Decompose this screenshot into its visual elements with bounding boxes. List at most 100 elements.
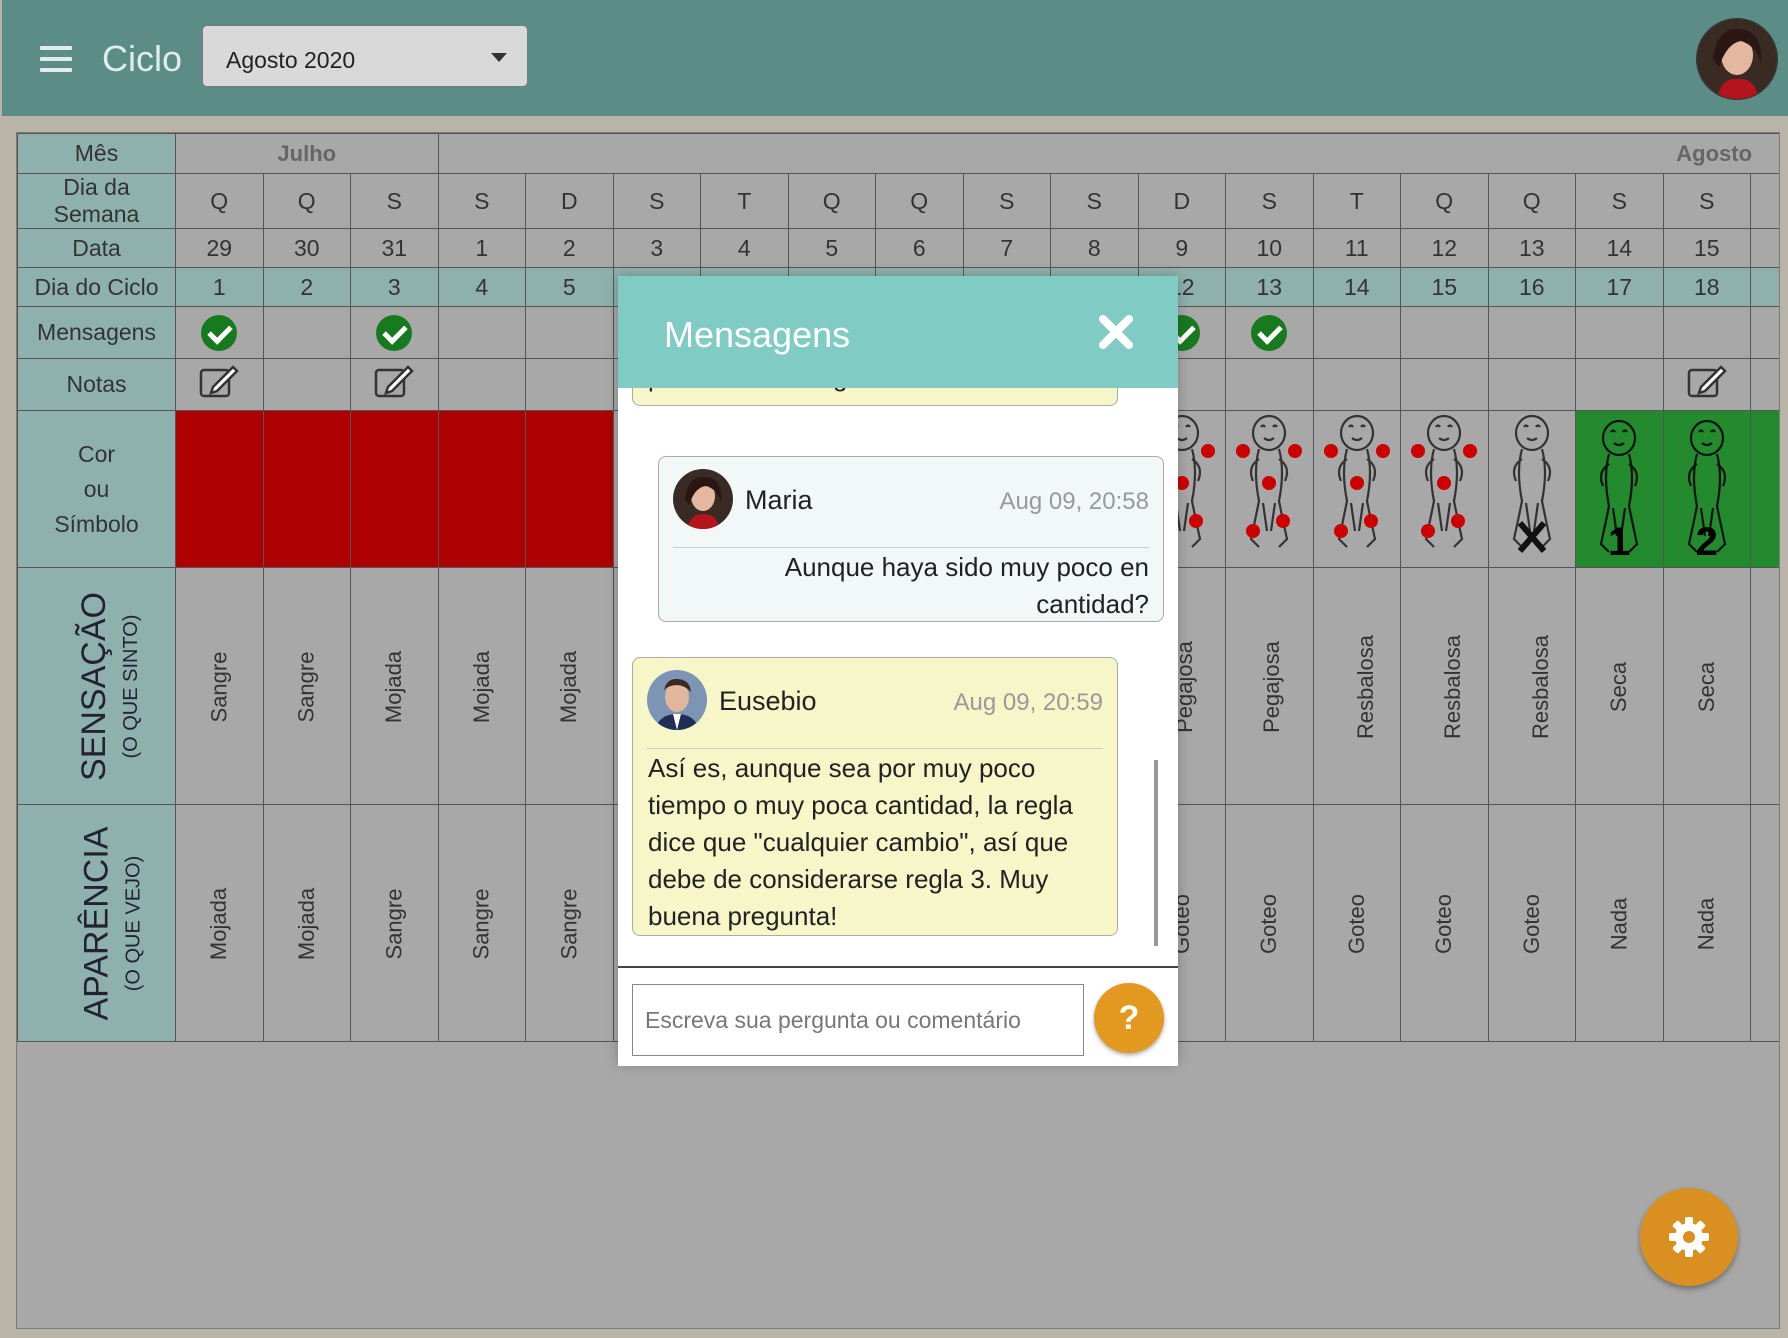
cycle-day-value: 5: [562, 273, 576, 300]
cycle-day-cell: 17: [1575, 267, 1664, 307]
weekday-value: S: [1261, 187, 1277, 214]
weekday-value: D: [1173, 187, 1191, 214]
date-cell: 5: [787, 228, 876, 268]
color-symbol-cell[interactable]: [350, 410, 439, 568]
color-symbol-cell[interactable]: 1: [1575, 410, 1664, 568]
date-value: 4: [737, 234, 751, 261]
message-bubble: Eusebio Aug 09, 20:59 Así es, aunque sea…: [632, 657, 1118, 936]
date-cell: 29: [175, 228, 264, 268]
cycle-day-cell: 2: [262, 267, 351, 307]
weekday-cell: T: [700, 173, 789, 229]
baby-symbol-icon: [1411, 414, 1478, 548]
messages-cell: [1225, 306, 1314, 359]
sensation-value: Resbalosa: [1439, 634, 1465, 739]
notes-cell: [1575, 358, 1664, 411]
appearance-value: Goteo: [1518, 893, 1544, 954]
appearance-cell: Sangre: [525, 804, 614, 1042]
message-scrollbar[interactable]: [1154, 760, 1158, 946]
user-avatar[interactable]: [1696, 18, 1778, 100]
sensation-cell: Mojada: [525, 567, 614, 805]
sensation-value: Seca: [1606, 661, 1632, 712]
message-input[interactable]: [632, 984, 1084, 1056]
weekday-value: Q: [910, 187, 929, 214]
cycle-day-cell: 5: [525, 267, 614, 307]
color-symbol-cell[interactable]: [437, 410, 526, 568]
weekday-value: S: [386, 187, 402, 214]
edit-note-icon[interactable]: [1687, 364, 1727, 399]
weekday-cell: D: [1137, 173, 1226, 229]
message-list[interactable]: pasamos a la regla 3. Maria Aug 09, 20:5…: [618, 388, 1178, 966]
color-symbol-cell[interactable]: [1225, 410, 1314, 568]
sensation-row-label: SENSAÇÃO (O QUE SINTO): [17, 567, 176, 805]
sensation-value: Resbalosa: [1527, 634, 1553, 739]
appearance-value: Goteo: [1256, 893, 1282, 954]
date-value: 9: [1175, 234, 1189, 261]
date-cell: 10: [1225, 228, 1314, 268]
cycle-day-cell: 4: [437, 267, 526, 307]
color-symbol-cell[interactable]: [1400, 410, 1489, 568]
weekday-value: Q: [297, 187, 316, 214]
date-cell: 31: [350, 228, 439, 268]
notes-cell: [1662, 358, 1751, 411]
cycle-day-cell: 1: [175, 267, 264, 307]
settings-button[interactable]: [1640, 1188, 1738, 1286]
color-symbol-cell[interactable]: [175, 410, 264, 568]
notes-cell: [1749, 358, 1779, 411]
color-symbol-cell[interactable]: [525, 410, 614, 568]
edit-note-icon[interactable]: [199, 364, 240, 399]
month-select[interactable]: Agosto 2020: [202, 25, 528, 87]
cycle-day-cell: 13: [1225, 267, 1314, 307]
hamburger-menu-icon[interactable]: [40, 46, 72, 72]
weekday-cell: S: [1050, 173, 1139, 229]
color-symbol-cell[interactable]: [262, 410, 351, 568]
weekday-value: T: [737, 187, 752, 214]
date-cell: 13: [1487, 228, 1576, 268]
date-value: 6: [912, 234, 926, 261]
caret-down-icon: [491, 53, 507, 62]
weekday-value: S: [474, 187, 490, 214]
appearance-cell: Sangre: [437, 804, 526, 1042]
sensation-cell: Seca: [1575, 567, 1664, 805]
check-circle-icon[interactable]: [201, 314, 238, 351]
appearance-value: Goteo: [1431, 893, 1457, 954]
color-symbol-cell[interactable]: [1487, 410, 1576, 568]
message-timestamp: Aug 09, 20:59: [953, 689, 1103, 716]
date-cell: 6: [875, 228, 964, 268]
sensation-value: Resbalosa: [1352, 634, 1378, 739]
cycle-day-cell: 15: [1400, 267, 1489, 307]
sensation-cell: Sangre: [262, 567, 351, 805]
date-cell: 14: [1575, 228, 1664, 268]
appearance-cell: Nada: [1662, 804, 1751, 1042]
date-cell: 4: [700, 228, 789, 268]
check-circle-icon[interactable]: [376, 314, 413, 351]
color-symbol-cell[interactable]: [1312, 410, 1401, 568]
date-cell: 8: [1050, 228, 1139, 268]
gear-icon: [1669, 1217, 1709, 1257]
appearance-cell: Goteo: [1312, 804, 1401, 1042]
edit-note-icon[interactable]: [374, 364, 415, 399]
notes-row-label: Notas: [17, 358, 176, 411]
message-bubble: pasamos a la regla 3.: [632, 388, 1118, 406]
close-icon[interactable]: [1098, 314, 1134, 350]
help-button[interactable]: ?: [1094, 983, 1164, 1053]
appearance-row-label: APARÊNCIA (O QUE VEJO): [17, 804, 176, 1042]
date-value: 12: [1431, 234, 1458, 261]
notes-cell: [175, 358, 264, 411]
modal-header: Mensagens: [618, 276, 1178, 388]
appearance-subtitle: (O QUE VEJO): [122, 855, 145, 991]
weekday-cell: D: [525, 173, 614, 229]
weekday-value: S: [1611, 187, 1627, 214]
check-circle-icon[interactable]: [1251, 314, 1288, 351]
date-cell: 1: [437, 228, 526, 268]
color-symbol-cell[interactable]: [1749, 410, 1779, 568]
date-cell: 11: [1312, 228, 1401, 268]
weekday-value: Q: [1522, 187, 1541, 214]
messages-cell: [1749, 306, 1779, 359]
weekday-value: T: [1349, 187, 1364, 214]
cycle-day-value: 16: [1518, 273, 1545, 300]
modal-title: Mensagens: [664, 314, 851, 355]
color-symbol-cell[interactable]: 2: [1662, 410, 1751, 568]
weekday-value: S: [999, 187, 1015, 214]
weekday-cell: [1749, 173, 1779, 229]
date-value: 13: [1518, 234, 1545, 261]
